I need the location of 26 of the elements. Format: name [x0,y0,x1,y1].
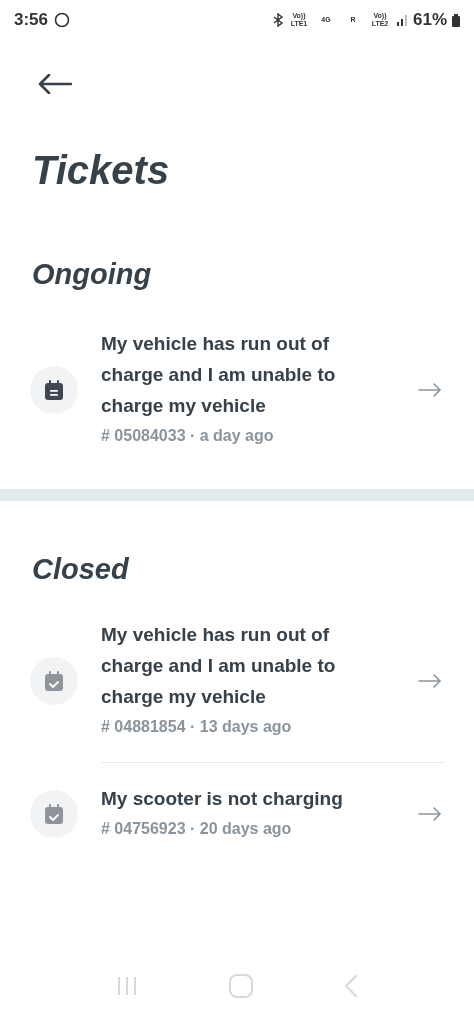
ticket-meta: # 04881854 · 13 days ago [101,717,293,737]
bluetooth-icon [272,13,283,27]
ticket-subject: My vehicle has run out of charge and I am unable to charge my vehicle [101,332,337,418]
signal-icon [395,14,408,26]
arrow-right-icon [418,673,442,688]
ticket-item[interactable]: My scooter is not charging # 04756923 · 20 days ago [0,783,474,844]
battery-icon [452,13,460,27]
back-arrow-icon[interactable] [38,74,72,94]
ticket-item[interactable]: My vehicle has run out of charge and I am unable to charge my vehicle # 05084033 · a day ago [0,328,474,451]
status-time: 3:56 [14,9,49,32]
section-heading: Closed [31,552,130,587]
ticket-meta: # 04756923 · 20 days ago [101,819,293,839]
section-heading: Ongoing [31,257,153,292]
home-icon[interactable] [228,973,254,999]
arrow-right-icon [418,806,442,821]
ticket-subject: My scooter is not charging [101,787,344,811]
battery-percent: 61% [412,9,447,32]
back-icon[interactable] [343,973,360,999]
page-title: Tickets [31,147,171,194]
ticket-meta: # 05084033 · a day ago [101,426,275,446]
calendar-icon [43,378,65,401]
arrow-right-icon [418,382,442,397]
ticket-subject: My vehicle has run out of charge and I am unable to charge my vehicle [101,623,337,709]
ticket-item[interactable]: My vehicle has run out of charge and I am unable to charge my vehicle # 04881854 · 13 days ago [0,619,474,742]
calendar-check-icon [43,669,65,692]
calendar-check-icon [43,802,65,825]
